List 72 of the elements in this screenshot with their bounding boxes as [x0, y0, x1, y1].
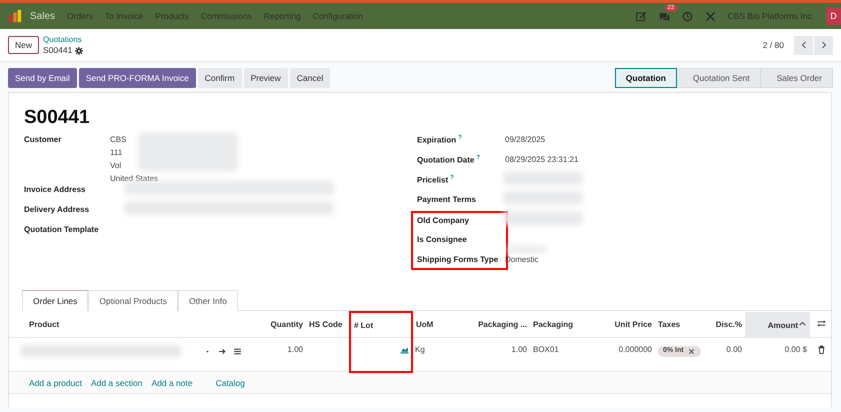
- packaging-quantity-cell: 1.00: [470, 338, 530, 372]
- status-step[interactable]: Quotation Sent: [676, 68, 761, 88]
- new-button[interactable]: New: [8, 36, 40, 54]
- field-label: Delivery Address: [24, 205, 90, 214]
- action-button[interactable]: Send by Email: [8, 68, 77, 88]
- field-label: Pricelist $^{?}$: [417, 175, 455, 185]
- quantity-cell: 1.00: [262, 338, 306, 372]
- next-button[interactable]: [814, 36, 833, 54]
- column-header[interactable]: HS Code: [306, 312, 350, 338]
- unit-price-cell: 0.000000: [600, 338, 655, 372]
- trash-icon[interactable]: [816, 345, 826, 354]
- chevron-right-icon: [820, 41, 828, 49]
- action-button[interactable]: Send PRO-FORMA Invoice: [78, 68, 196, 88]
- field-value: 09/28/2025: [505, 135, 546, 144]
- record-name: S00441: [43, 45, 72, 56]
- remove-icon[interactable]: [686, 347, 696, 356]
- address-line: Vol: [110, 160, 122, 172]
- help-mark[interactable]: ?: [450, 175, 454, 181]
- breadcrumb-link[interactable]: Quotations: [43, 34, 84, 45]
- chevron-left-icon: [800, 41, 808, 49]
- column-settings-icon[interactable]: [816, 319, 826, 328]
- address-line: CBS: [110, 134, 128, 146]
- gear-icon[interactable]: [75, 46, 84, 54]
- help-mark[interactable]: ?: [458, 135, 462, 141]
- arrow-right-icon[interactable]: [218, 346, 227, 356]
- chat-icon[interactable]: [658, 10, 670, 22]
- column-header[interactable]: Taxes: [655, 312, 705, 338]
- field-label: Customer: [24, 135, 62, 144]
- status-step[interactable]: Sales Order: [760, 68, 833, 88]
- action-button[interactable]: Confirm: [198, 68, 242, 88]
- app-name[interactable]: Sales: [30, 10, 56, 22]
- field-label: Payment Terms: [417, 195, 477, 204]
- edit-icon[interactable]: [636, 10, 647, 22]
- packaging-cell: BOX01: [530, 338, 600, 372]
- status-step[interactable]: Quotation: [614, 68, 677, 88]
- app-logo-icon[interactable]: [8, 9, 22, 23]
- action-button[interactable]: Preview: [244, 68, 288, 88]
- clock-icon[interactable]: [682, 10, 693, 22]
- chart-icon[interactable]: [400, 345, 409, 354]
- address-line: 111: [110, 147, 124, 159]
- help-mark[interactable]: ?: [476, 155, 480, 161]
- pager-value[interactable]: 2 / 80: [762, 40, 784, 50]
- field-value: 08/29/2025 23:31:21: [505, 155, 578, 164]
- tab[interactable]: Optional Products: [88, 290, 178, 311]
- field-label: Quotation Template: [24, 225, 100, 234]
- action-button[interactable]: Cancel: [290, 68, 330, 88]
- column-header[interactable]: Amount: [745, 312, 810, 338]
- field-label: Expiration $^{?}$: [417, 135, 463, 145]
- sort-up-icon: [798, 319, 807, 328]
- user-avatar[interactable]: D: [826, 7, 841, 25]
- column-header[interactable]: Packaging: [530, 312, 600, 338]
- column-header[interactable]: Product: [9, 312, 262, 338]
- column-header[interactable]: Packaging ...: [470, 312, 530, 338]
- discount-cell: 0.00: [705, 338, 745, 372]
- add-link[interactable]: Add a note: [151, 378, 193, 388]
- column-header[interactable]: UoM: [412, 312, 470, 338]
- add-link[interactable]: Catalog: [216, 378, 245, 388]
- tab[interactable]: Order Lines: [22, 290, 88, 311]
- record-title: S00441: [24, 107, 91, 129]
- column-header[interactable]: Unit Price: [600, 312, 655, 338]
- amount-cell: 0.00 $: [745, 338, 810, 372]
- add-link[interactable]: Add a product: [29, 378, 82, 388]
- address-line: United States: [110, 173, 160, 185]
- tab[interactable]: Other Info: [178, 290, 238, 311]
- column-header[interactable]: Quantity: [262, 312, 306, 338]
- field-label: Invoice Address: [24, 185, 87, 194]
- column-header[interactable]: # Lot: [350, 312, 412, 338]
- add-link[interactable]: Add a section: [90, 378, 142, 388]
- previous-button[interactable]: [794, 36, 813, 54]
- uom-cell: Kg: [415, 345, 425, 354]
- field-label: Quotation Date $^{?}$: [417, 155, 482, 165]
- list-icon[interactable]: [233, 346, 242, 356]
